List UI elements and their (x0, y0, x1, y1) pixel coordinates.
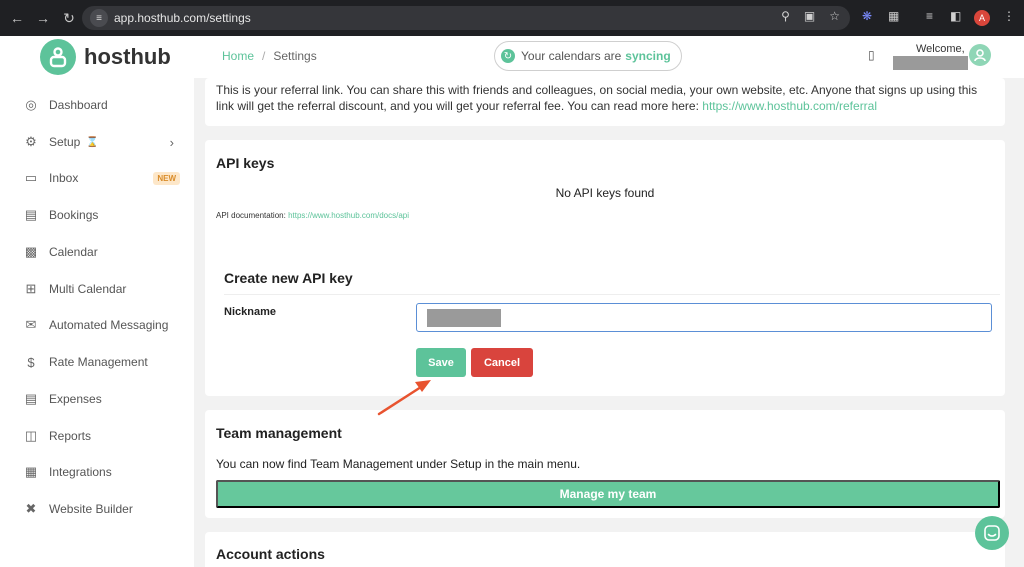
sidebar-item-label: Automated Messaging (49, 318, 169, 332)
receipt-icon: ▤ (24, 391, 38, 406)
dollar-icon: $ (27, 354, 35, 370)
forward-icon[interactable]: → (32, 7, 54, 29)
welcome-text: Welcome, (916, 43, 965, 55)
sidebar-item-label: Reports (49, 429, 92, 443)
sidebar-item-automated-messaging[interactable]: ✉ Automated Messaging (22, 315, 182, 335)
dashboard-icon: ◎ (25, 97, 37, 112)
site-settings-icon[interactable]: ≡ (90, 9, 108, 27)
redacted-username (893, 56, 968, 70)
sync-status-pill[interactable]: ↻ Your calendars are syncing (494, 41, 682, 71)
sidebar-item-label: Inbox (49, 171, 79, 185)
breadcrumb-separator: / (262, 49, 266, 63)
account-actions-title: Account actions (216, 546, 325, 562)
header-inbox-icon[interactable]: ▯ (868, 48, 875, 62)
sidebar-item-rate-management[interactable]: $ Rate Management (22, 352, 182, 372)
side-panel-icon[interactable]: ◧ (950, 9, 961, 23)
sidebar-item-website-builder[interactable]: ✖ Website Builder (22, 499, 182, 519)
reading-list-icon[interactable]: ≡ (926, 9, 933, 23)
back-icon[interactable]: ← (6, 7, 28, 29)
reload-icon[interactable]: ↻ (58, 7, 80, 29)
calendar-icon: ▩ (24, 244, 38, 259)
user-icon (974, 49, 986, 62)
referral-card: This is your referral link. You can shar… (205, 78, 1005, 126)
profile-avatar[interactable]: A (974, 10, 990, 26)
chevron-right-icon[interactable]: › (170, 135, 174, 150)
sidebar-item-calendar[interactable]: ▩ Calendar (22, 242, 182, 262)
save-button[interactable]: Save (416, 348, 466, 377)
logo-text: hosthub (84, 44, 171, 69)
sync-icon: ↻ (501, 49, 515, 63)
nickname-label: Nickname (224, 306, 276, 318)
sidebar-item-dashboard[interactable]: ◎ Dashboard (22, 95, 182, 115)
sidebar-item-reports[interactable]: ◫ Reports (22, 426, 182, 446)
bookmark-star-icon[interactable]: ☆ (829, 9, 840, 23)
api-keys-title: API keys (216, 155, 275, 171)
user-avatar[interactable] (969, 44, 991, 66)
sidebar-item-label: Rate Management (49, 355, 148, 369)
app-header: hosthub Home / Settings ↻ Your calendars… (0, 36, 1024, 78)
inbox-icon: ▭ (24, 170, 38, 185)
cast-icon[interactable]: ▣ (804, 9, 815, 23)
nickname-input-wrapper[interactable] (416, 303, 992, 332)
list-icon: ▤ (24, 207, 38, 222)
referral-link[interactable]: https://www.hosthub.com/referral (702, 99, 877, 113)
sidebar-item-label: Multi Calendar (49, 282, 127, 296)
browser-toolbar: ← → ↻ ≡ app.hosthub.com/settings ⚲ ▣ ☆ ❋… (0, 0, 1024, 36)
main-content: This is your referral link. You can shar… (194, 78, 1024, 567)
new-badge: NEW (153, 171, 180, 185)
store-icon: ▦ (24, 464, 38, 479)
logo[interactable]: hosthub (40, 39, 171, 75)
team-management-card: Team management You can now find Team Ma… (205, 410, 1005, 518)
no-api-keys-message: No API keys found (555, 186, 655, 200)
manage-team-button[interactable]: Manage my team (216, 480, 1000, 508)
sidebar-item-label: Integrations (49, 465, 112, 479)
breadcrumb-current: Settings (273, 49, 317, 63)
create-api-key-title: Create new API key (224, 270, 353, 286)
redacted-nickname (427, 309, 501, 327)
sidebar-item-label: Dashboard (49, 98, 108, 112)
sidebar-item-inbox[interactable]: ▭ Inbox NEW (22, 168, 182, 188)
sidebar-item-label: Bookings (49, 208, 99, 222)
sidebar-item-label: Calendar (49, 245, 98, 259)
sidebar-item-setup[interactable]: ⚙ Setup ⌛ › (22, 132, 182, 152)
breadcrumb-home[interactable]: Home (222, 49, 254, 63)
chat-widget-button[interactable] (975, 516, 1009, 550)
gears-icon: ⚙ (25, 134, 37, 149)
password-key-icon[interactable]: ⚲ (781, 9, 790, 23)
sidebar-item-integrations[interactable]: ▦ Integrations (22, 462, 182, 482)
sidebar-item-bookings[interactable]: ▤ Bookings (22, 205, 182, 225)
sidebar-item-multi-calendar[interactable]: ⊞ Multi Calendar (22, 279, 182, 299)
chart-icon: ◫ (24, 428, 38, 443)
divider (224, 294, 1000, 295)
calendar-plus-icon: ⊞ (25, 281, 37, 296)
tools-icon: ✖ (25, 501, 37, 516)
breadcrumb: Home / Settings (222, 49, 317, 63)
extension-icon[interactable]: ❋ (862, 9, 872, 23)
address-bar[interactable]: ≡ app.hosthub.com/settings ⚲ ▣ ☆ (82, 6, 850, 30)
team-management-text: You can now find Team Management under S… (216, 457, 581, 471)
api-doc-link[interactable]: https://www.hosthub.com/docs/api (288, 211, 409, 220)
url-text: app.hosthub.com/settings (114, 11, 251, 25)
nickname-input[interactable] (419, 306, 989, 329)
extensions-puzzle-icon[interactable]: ▦ (888, 9, 899, 23)
account-actions-card: Account actions (205, 532, 1005, 567)
api-doc-label: API documentation: (216, 211, 286, 220)
sync-text: Your calendars are (521, 49, 622, 63)
logo-mark-icon (40, 39, 76, 75)
sidebar-item-label: Setup (49, 135, 81, 149)
sidebar: ◎ Dashboard ⚙ Setup ⌛ › ▭ Inbox NEW ▤ Bo… (0, 78, 194, 567)
envelope-icon: ✉ (25, 317, 37, 332)
sidebar-item-label: Expenses (49, 392, 102, 406)
browser-menu-icon[interactable]: ⋮ (1003, 9, 1015, 23)
api-keys-card: API keys No API keys found API documenta… (205, 140, 1005, 396)
cancel-button[interactable]: Cancel (471, 348, 533, 377)
sidebar-item-label: Website Builder (49, 502, 133, 516)
sync-status: syncing (625, 49, 671, 63)
team-management-title: Team management (216, 425, 342, 441)
hourglass-icon: ⌛ (86, 136, 99, 148)
chat-icon (984, 525, 1000, 541)
api-documentation: API documentation: https://www.hosthub.c… (216, 211, 409, 220)
sidebar-item-expenses[interactable]: ▤ Expenses (22, 389, 182, 409)
referral-paragraph: This is your referral link. You can shar… (216, 82, 996, 114)
